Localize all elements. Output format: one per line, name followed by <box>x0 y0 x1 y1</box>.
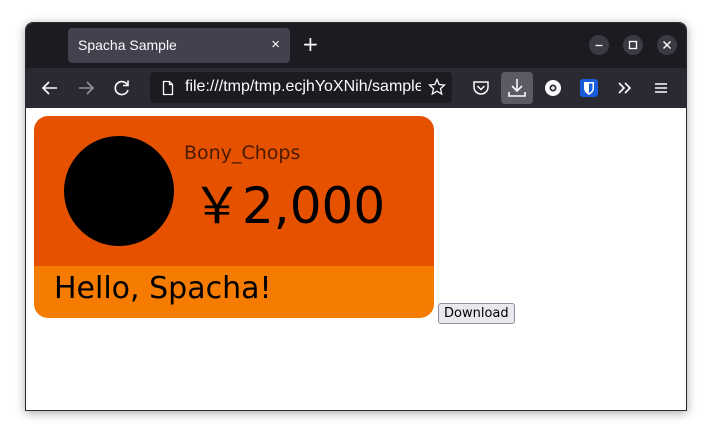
pocket-button[interactable] <box>469 76 493 100</box>
new-tab-icon[interactable]: + <box>302 34 319 54</box>
avatar <box>64 136 174 246</box>
extension-icon <box>545 80 561 96</box>
title-bar: Spacha Sample × + <box>26 23 686 68</box>
maximize-button[interactable] <box>623 35 643 55</box>
bitwarden-button[interactable] <box>577 76 601 100</box>
download-icon <box>508 79 526 97</box>
overflow-chevrons-icon <box>618 82 632 94</box>
page-icon <box>162 80 174 96</box>
forward-arrow-icon <box>79 81 95 95</box>
maximize-icon <box>628 40 638 50</box>
minimize-button[interactable] <box>589 35 609 55</box>
message-text: Hello, Spacha! <box>54 271 272 306</box>
bitwarden-shield-icon <box>580 79 598 97</box>
minimize-icon <box>595 44 603 47</box>
extension-button[interactable] <box>541 76 565 100</box>
downloads-button[interactable] <box>501 72 533 104</box>
download-button[interactable]: Download <box>438 303 515 324</box>
superchat-card: Bony_Chops ￥2,000 Hello, Spacha! <box>34 116 434 318</box>
reload-button[interactable] <box>110 76 134 100</box>
tab-title: Spacha Sample <box>78 37 177 53</box>
nav-toolbar: file:///tmp/tmp.ecjhYoXNih/sample.html <box>26 68 686 108</box>
tab-close-icon[interactable]: × <box>271 36 280 53</box>
app-menu-button[interactable] <box>649 76 673 100</box>
page-content: Bony_Chops ￥2,000 Hello, Spacha! Downloa… <box>26 108 686 410</box>
address-bar[interactable]: file:///tmp/tmp.ecjhYoXNih/sample.html <box>150 72 452 103</box>
close-icon <box>663 41 671 49</box>
tab-spacha-sample[interactable]: Spacha Sample × <box>68 28 290 63</box>
back-arrow-icon <box>41 81 57 95</box>
amount: ￥2,000 <box>192 177 386 235</box>
card-message-area: Hello, Spacha! <box>34 266 434 318</box>
forward-button[interactable] <box>74 76 98 100</box>
close-window-button[interactable] <box>657 35 677 55</box>
url-text[interactable]: file:///tmp/tmp.ecjhYoXNih/sample.html <box>185 78 421 96</box>
back-button[interactable] <box>38 76 62 100</box>
hamburger-menu-icon <box>655 83 667 93</box>
overflow-button[interactable] <box>613 76 637 100</box>
card-header: Bony_Chops ￥2,000 <box>34 116 434 266</box>
star-icon[interactable] <box>428 78 446 96</box>
reload-icon <box>114 80 129 96</box>
pocket-icon <box>473 81 489 95</box>
username: Bony_Chops <box>184 142 301 164</box>
browser-window: Spacha Sample × + file:///tmp/tmp.ecjhYo… <box>25 22 687 411</box>
